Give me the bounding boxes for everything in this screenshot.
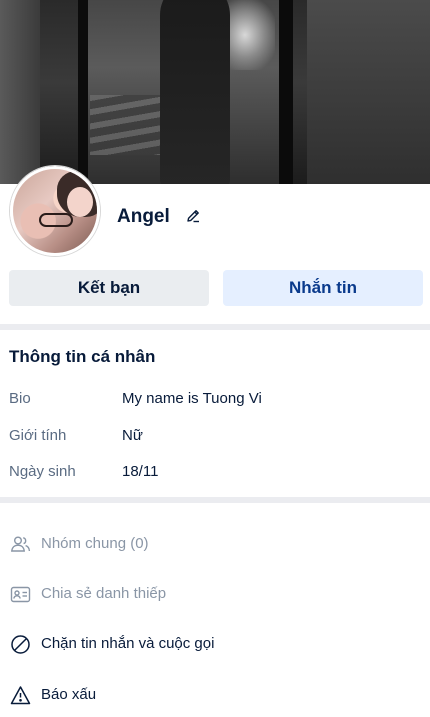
add-friend-button[interactable]: Kết bạn — [9, 270, 209, 306]
cover-photo[interactable] — [0, 0, 430, 184]
section-divider — [0, 497, 430, 503]
info-row-bio: Bio My name is Tuong Vi — [0, 388, 430, 412]
menu-item-common-groups[interactable]: Nhóm chung (0) — [0, 524, 430, 564]
profile-name: Angel — [117, 206, 170, 227]
warning-icon — [10, 686, 31, 705]
menu-item-label: Báo xấu — [41, 686, 97, 703]
contact-card-icon — [10, 586, 31, 603]
section-divider — [0, 324, 430, 330]
info-row-birthday: Ngày sinh 18/11 — [0, 461, 430, 485]
info-value: 18/11 — [122, 463, 159, 480]
cover-photo-wall-right — [307, 0, 430, 184]
edit-pencil-icon[interactable] — [185, 208, 201, 224]
block-icon — [11, 635, 30, 654]
group-icon — [11, 536, 31, 552]
menu-item-report[interactable]: Báo xấu — [0, 675, 430, 715]
info-value: My name is Tuong Vi — [122, 390, 262, 407]
menu-item-label: Chặn tin nhắn và cuộc gọi — [41, 635, 215, 652]
personal-info-title: Thông tin cá nhân — [9, 347, 156, 366]
menu-item-label: Chia sẻ danh thiếp — [41, 585, 167, 602]
info-label: Ngày sinh — [9, 463, 76, 480]
cover-photo-person — [160, 0, 230, 184]
info-value: Nữ — [122, 427, 143, 444]
profile-actions: Kết bạn Nhắn tin — [0, 270, 430, 306]
profile-header: Angel — [0, 166, 430, 260]
info-label: Giới tính — [9, 427, 67, 444]
menu-item-label: Nhóm chung (0) — [41, 535, 149, 552]
info-label: Bio — [9, 390, 31, 407]
avatar-glasses — [39, 213, 73, 227]
avatar-face — [67, 187, 93, 217]
cover-photo-wall-left — [0, 0, 40, 184]
info-row-gender: Giới tính Nữ — [0, 425, 430, 449]
menu-item-share-contact[interactable]: Chia sẻ danh thiếp — [0, 574, 430, 614]
send-message-button[interactable]: Nhắn tin — [223, 270, 423, 306]
avatar[interactable] — [10, 166, 100, 256]
menu-item-block[interactable]: Chặn tin nhắn và cuộc gọi — [0, 624, 430, 664]
